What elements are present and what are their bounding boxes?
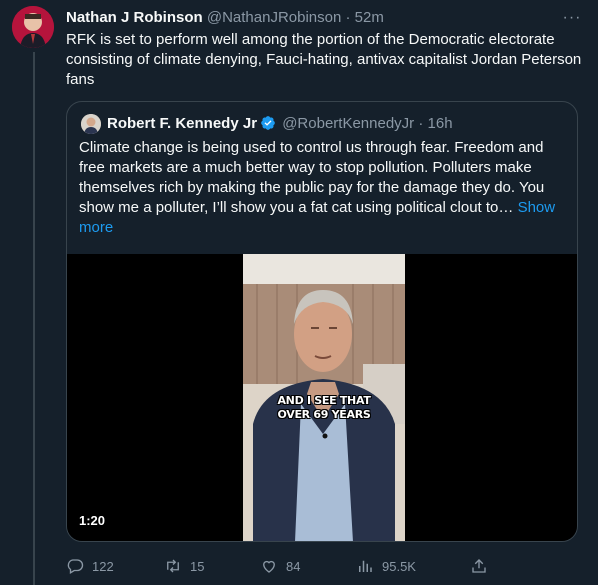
reply-button[interactable]: 122: [66, 555, 114, 577]
video-player[interactable]: AND I SEE THAT OVER 69 YEARS 1:20: [67, 254, 577, 541]
video-duration: 1:20: [79, 513, 106, 528]
tweet-header: Nathan J Robinson @NathanJRobinson · 52m: [66, 8, 586, 28]
views-chart-icon: [359, 560, 372, 572]
author-name[interactable]: Nathan J Robinson: [66, 9, 203, 26]
author-avatar[interactable]: [12, 6, 54, 48]
quoted-tweet-card[interactable]: Robert F. Kennedy Jr @RobertKennedyJr · …: [66, 101, 578, 542]
tweet-actions-bar: 122 15 84 95.5K: [66, 555, 506, 577]
retweet-button[interactable]: 15: [164, 555, 204, 577]
share-icon: [472, 559, 486, 573]
quoted-author-name[interactable]: Robert F. Kennedy Jr: [107, 115, 257, 132]
quoted-tweet-text: Climate change is being used to control …: [79, 138, 569, 238]
quoted-author-handle[interactable]: @RobertKennedyJr: [282, 115, 414, 132]
author-avatar-image: [12, 6, 54, 48]
quoted-author-avatar-image: [81, 114, 101, 134]
heart-icon: [263, 560, 275, 573]
tweet-text: RFK is set to perform well among the por…: [66, 31, 582, 88]
caption-line-2: OVER 69 YEARS: [277, 408, 371, 421]
like-count: 84: [286, 558, 301, 574]
quoted-author-avatar[interactable]: [81, 114, 101, 134]
quoted-tweet-body: Climate change is being used to control …: [79, 139, 545, 216]
video-frame: AND I SEE THAT OVER 69 YEARS: [243, 254, 405, 541]
retweet-count: 15: [190, 558, 205, 574]
thread-line: [33, 52, 35, 585]
views-button[interactable]: 95.5K: [356, 555, 416, 577]
author-handle[interactable]: @NathanJRobinson: [207, 9, 341, 26]
quoted-tweet-time[interactable]: 16h: [428, 115, 453, 132]
video-caption: AND I SEE THAT OVER 69 YEARS: [243, 394, 405, 422]
caption-line-1: AND I SEE THAT: [277, 394, 371, 407]
more-options-icon[interactable]: ···: [562, 9, 582, 27]
separator-dot: ·: [345, 9, 351, 26]
verified-badge-icon: [260, 115, 276, 131]
reply-icon: [67, 559, 84, 574]
retweet-icon: [167, 559, 179, 573]
share-button[interactable]: [470, 555, 488, 577]
quoted-tweet-header: Robert F. Kennedy Jr @RobertKennedyJr · …: [107, 114, 453, 134]
like-button[interactable]: 84: [260, 555, 300, 577]
reply-count: 122: [92, 558, 114, 574]
separator-dot: ·: [418, 115, 424, 132]
tweet-time[interactable]: 52m: [355, 9, 384, 26]
view-count: 95.5K: [382, 558, 416, 574]
